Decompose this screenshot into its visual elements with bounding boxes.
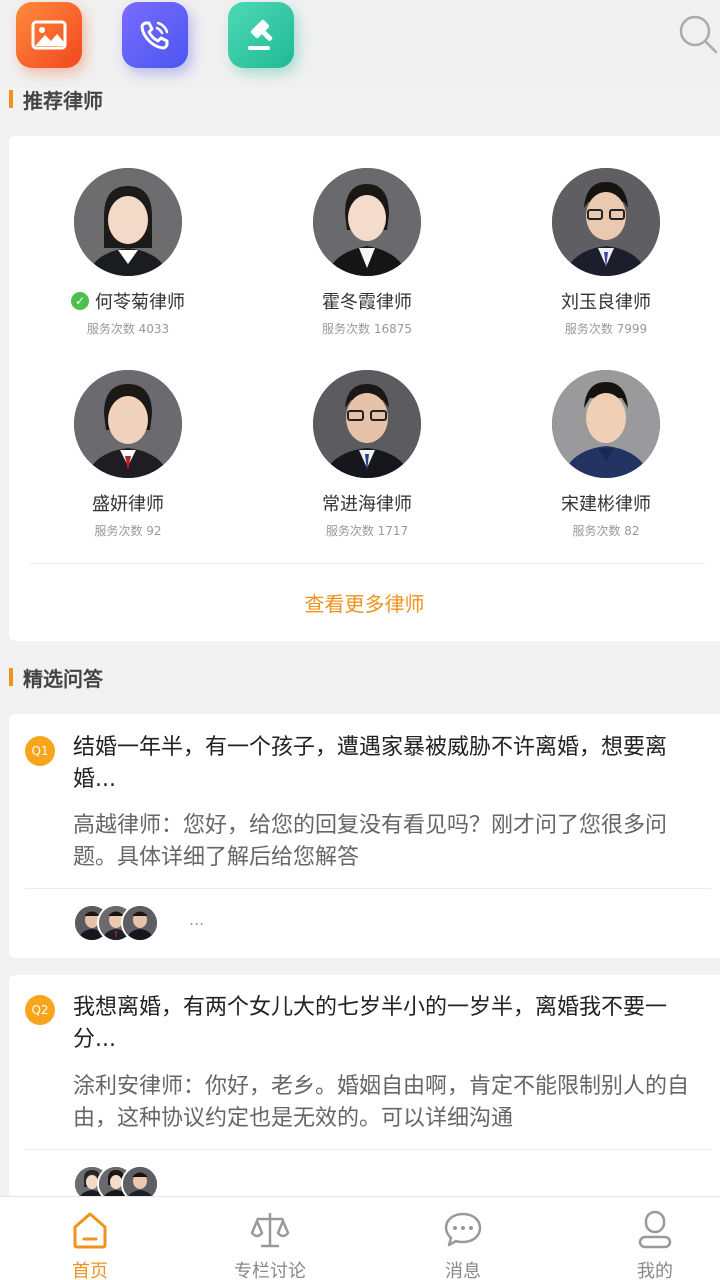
nav-messages[interactable]: 消息	[373, 1197, 553, 1280]
chat-icon	[444, 1212, 482, 1247]
qa-divider	[25, 1149, 711, 1150]
question-badge: Q2	[25, 995, 55, 1025]
lawyer-name: 刘玉良律师	[561, 292, 651, 313]
service-count: 服务次数 16875	[322, 322, 412, 336]
verified-check-icon: ✓	[71, 292, 89, 310]
mini-avatar	[121, 904, 159, 942]
answerer-avatars	[73, 904, 173, 942]
service-count: 服务次数 7999	[564, 322, 648, 336]
lawyer-name: 盛妍律师	[92, 494, 164, 515]
gallery-icon	[31, 20, 67, 50]
section-accent-bar	[9, 90, 13, 108]
nav-column-discussion[interactable]: 专栏讨论	[180, 1197, 360, 1280]
top-shortcut-bar	[0, 0, 720, 88]
lawyer-avatar	[74, 168, 182, 276]
phone-icon	[140, 21, 169, 50]
service-count: 服务次数 4033	[86, 322, 170, 336]
search-button[interactable]	[678, 14, 718, 54]
lawyer-name: 何苓菊律师	[95, 292, 185, 313]
section-title: 推荐律师	[23, 88, 103, 113]
question-badge: Q1	[25, 736, 55, 766]
lawyer-item[interactable]: 刘玉良律师 服务次数 7999	[496, 168, 716, 337]
nav-label: 我的	[637, 1261, 673, 1280]
featured-qa-header: 精选问答	[0, 662, 720, 692]
phone-consult-shortcut[interactable]	[122, 2, 188, 68]
more-answerers-ellipsis: ...	[189, 910, 205, 929]
user-icon	[638, 1210, 672, 1249]
nav-mine[interactable]: 我的	[565, 1197, 720, 1280]
lawyer-avatar	[552, 370, 660, 478]
bottom-navigation: 首页 专栏讨论 消息 我的	[0, 1196, 720, 1280]
service-count: 服务次数 1717	[325, 524, 409, 538]
lawyer-item[interactable]: 盛妍律师 服务次数 92	[18, 370, 238, 539]
section-accent-bar	[9, 668, 13, 686]
lawyer-item[interactable]: 宋建彬律师 服务次数 82	[496, 370, 716, 539]
service-count: 服务次数 92	[94, 524, 162, 538]
search-icon	[679, 15, 718, 54]
lawyer-name: 宋建彬律师	[561, 494, 651, 515]
lawyer-avatar	[313, 168, 421, 276]
question-text: 结婚一年半，有一个孩子，遭遇家暴被威胁不许离婚，想要离婚...	[73, 735, 668, 792]
answer-text: 涂利安律师：你好，老乡。婚姻自由啊，肯定不能限制别人的自由，这种协议约定也是无效…	[73, 1074, 690, 1131]
home-icon	[73, 1212, 107, 1249]
lawyer-avatar	[74, 370, 182, 478]
nav-home[interactable]: 首页	[0, 1197, 180, 1280]
scale-icon	[250, 1213, 290, 1248]
card-divider	[30, 563, 705, 564]
gallery-shortcut[interactable]	[16, 2, 82, 68]
question-text: 我想离婚，有两个女儿大的七岁半小的一岁半，离婚我不要一分...	[73, 995, 668, 1052]
lawyer-name: 霍冬霞律师	[322, 292, 412, 313]
section-title: 精选问答	[23, 666, 103, 691]
nav-label: 首页	[72, 1261, 108, 1280]
service-count: 服务次数 82	[572, 524, 640, 538]
lawyer-item[interactable]: 霍冬霞律师 服务次数 16875	[257, 168, 477, 337]
recommended-lawyers-header: 推荐律师	[0, 84, 720, 114]
lawyer-avatar	[313, 370, 421, 478]
lawyer-item[interactable]: 常进海律师 服务次数 1717	[257, 370, 477, 539]
nav-label: 消息	[445, 1261, 481, 1280]
qa-divider	[25, 888, 711, 889]
legal-service-shortcut[interactable]	[228, 2, 294, 68]
lawyer-name: 常进海律师	[322, 494, 412, 515]
lawyer-item[interactable]: ✓ 何苓菊律师 服务次数 4033	[18, 168, 238, 337]
gavel-icon	[248, 19, 273, 50]
answer-text: 高越律师：您好，给您的回复没有看见吗？刚才问了您很多问题。具体详细了解后给您解答	[73, 813, 668, 870]
recommended-lawyers-card: ✓ 何苓菊律师 服务次数 4033 霍冬霞律师 服务次数 16875 刘玉良律师…	[9, 136, 720, 641]
qa-card[interactable]: Q1 结婚一年半，有一个孩子，遭遇家暴被威胁不许离婚，想要离婚... 高越律师：…	[9, 714, 720, 958]
view-more-lawyers-link[interactable]: 查看更多律师	[9, 588, 720, 617]
lawyer-avatar	[552, 168, 660, 276]
qa-card[interactable]: Q2 我想离婚，有两个女儿大的七岁半小的一岁半，离婚我不要一分... 涂利安律师…	[9, 975, 720, 1205]
nav-label: 专栏讨论	[234, 1261, 306, 1280]
